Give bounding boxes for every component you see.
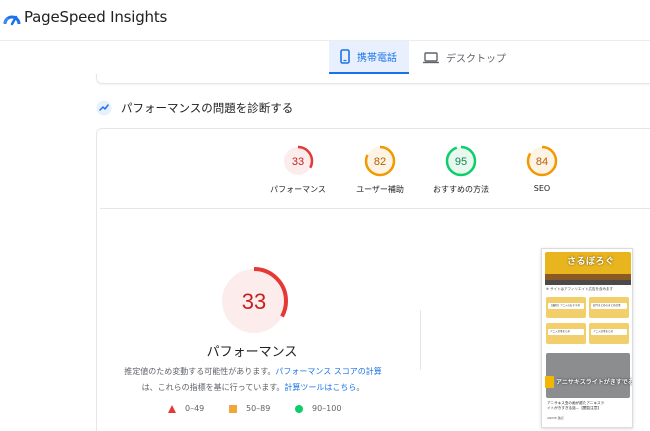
section-header: パフォーマンスの問題を診断する [96, 100, 293, 116]
pagespeed-logo-icon[interactable] [3, 10, 21, 26]
screenshot-hero-image [546, 353, 630, 398]
gauge-seo-ring: 84 [526, 145, 558, 177]
gauge-accessibility-ring: 82 [364, 145, 396, 177]
final-screenshot-thumbnail[interactable]: さるぼろぐ ※ サイトはアフィリエイト広告を含みます 【最新】アニメのおすすめ … [541, 248, 633, 428]
score-calculation-link[interactable]: パフォーマンス スコアの計算 [275, 367, 381, 376]
main-performance-gauge: 33 [220, 267, 288, 335]
calculator-link[interactable]: 計算ツールはこちら [284, 383, 356, 392]
legend-average-label: 50–89 [246, 404, 271, 413]
legend-fail-label: 0–49 [185, 404, 205, 413]
screenshot-thumb-4: アニメ記事まとめ [589, 323, 629, 344]
tab-desktop-label: デスクトップ [446, 54, 506, 65]
app-title[interactable]: PageSpeed Insights [24, 8, 167, 26]
description-text-2: は、これらの指標を基に行っています。 [141, 383, 285, 392]
gauge-seo-label: SEO [533, 184, 551, 193]
screenshot-thumb-2-text: 紹介まとめのまとめ記事 [593, 304, 621, 307]
score-description: 推定値のため変動する可能性があります。パフォーマンス スコアの計算 は、これらの… [108, 364, 398, 396]
gauge-seo[interactable]: 84 SEO [487, 144, 597, 193]
screenshot-hero-caption: アニサキスライトがきすでる [556, 379, 633, 386]
screenshot-notice: ※ サイトはアフィリエイト広告を含みます [546, 287, 613, 291]
app-header: PageSpeed Insights [0, 0, 650, 40]
previous-card-bottom [96, 74, 650, 84]
card-divider [100, 208, 650, 209]
tab-mobile[interactable]: 携帯電話 [329, 41, 409, 74]
vertical-divider [420, 310, 421, 370]
laptop-icon [423, 51, 439, 64]
gauge-performance-ring: 33 [282, 145, 314, 177]
main-performance-value: 33 [242, 289, 266, 314]
diagnose-icon [96, 100, 112, 116]
screenshot-navbar [545, 280, 631, 285]
gauge-best-practices-ring: 95 [445, 145, 477, 177]
screenshot-thumb-2: 紹介まとめのまとめ記事 [589, 297, 629, 318]
tab-desktop[interactable]: デスクトップ [421, 41, 511, 74]
mobile-phone-icon [340, 49, 350, 64]
gauge-performance-value: 33 [292, 156, 304, 168]
header-divider [0, 40, 650, 41]
tab-mobile-label: 携帯電話 [357, 53, 397, 64]
legend-fail-triangle-icon [168, 404, 176, 413]
screenshot-thumb-3: アニメ記事まとめ [546, 323, 586, 344]
main-performance-title: パフォーマンス [206, 345, 298, 360]
description-text-3: 。 [356, 383, 365, 392]
screenshot-site-title: さるぼろぐ [567, 257, 615, 267]
legend-average: 50–89 [229, 404, 270, 413]
description-text-1: 推定値のため変動する可能性があります。 [124, 367, 276, 376]
gauge-best-practices-value: 95 [455, 156, 467, 168]
screenshot-hero-badge [545, 376, 554, 388]
screenshot-thumb-3-text: アニメ記事まとめ [550, 330, 570, 333]
screenshot-tags: ANIME 雑記 [547, 416, 564, 420]
legend-pass: 90–100 [295, 404, 341, 413]
screenshot-caption-line-2: イトがきすぎる話…【閲覧注意】 [547, 406, 601, 410]
screenshot-banner: さるぼろぐ [545, 252, 631, 280]
screenshot-thumb-4-text: アニメ記事まとめ [593, 330, 613, 333]
legend-fail: 0–49 [168, 404, 204, 413]
gauge-seo-value: 84 [536, 156, 548, 168]
section-title: パフォーマンスの問題を診断する [121, 101, 294, 115]
gauge-accessibility-value: 82 [374, 156, 386, 168]
screenshot-thumb-1: 【最新】アニメのおすすめ [546, 297, 586, 318]
legend-pass-label: 90–100 [312, 404, 342, 413]
legend-pass-circle-icon [295, 404, 303, 413]
legend-average-square-icon [229, 404, 237, 413]
screenshot-thumb-1-text: 【最新】アニメのおすすめ [550, 304, 580, 307]
